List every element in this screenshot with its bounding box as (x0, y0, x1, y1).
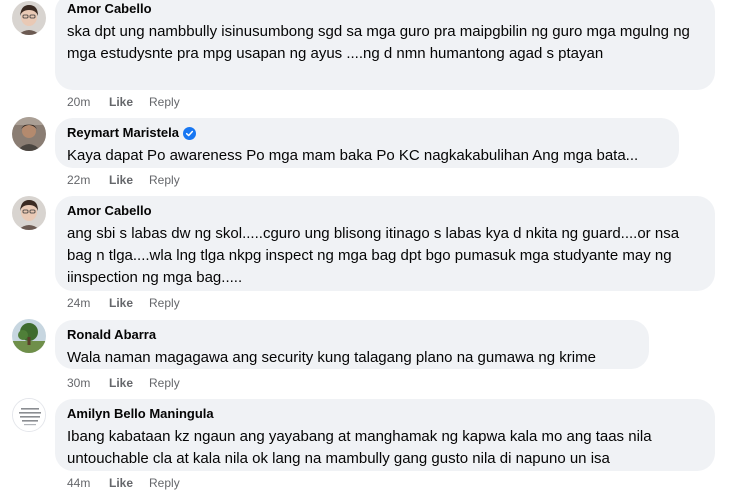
author-name: Ronald Abarra (67, 327, 157, 342)
comment-text: ska dpt ung nambbully isinusumbong sgd s… (67, 23, 690, 62)
reply-button[interactable]: Reply (149, 476, 180, 490)
comment-actions: 44m Like Reply (67, 476, 196, 490)
comment-bubble: Amor Cabello ang sbi s labas dw ng skol.… (55, 196, 715, 291)
comment-bubble: Ronald Abarra Wala naman magagawa ang se… (55, 320, 649, 369)
comment-time[interactable]: 30m (67, 376, 109, 390)
verified-badge-icon (183, 126, 196, 140)
comment-actions: 22m Like Reply (67, 173, 196, 187)
comment-author[interactable]: Amor Cabello (67, 1, 152, 17)
like-button[interactable]: Like (109, 296, 133, 310)
comment-author[interactable]: Amilyn Bello Maningula (67, 406, 214, 422)
like-button[interactable]: Like (109, 173, 133, 187)
comment-actions: 20m Like Reply (67, 95, 196, 109)
comment-author[interactable]: Amor Cabello (67, 203, 152, 219)
comment-time[interactable]: 22m (67, 173, 109, 187)
comment-bubble: Amilyn Bello Maningula Ibang kabataan kz… (55, 399, 715, 471)
like-button[interactable]: Like (109, 376, 133, 390)
reply-button[interactable]: Reply (149, 173, 180, 187)
comment-time[interactable]: 20m (67, 95, 109, 109)
comment-text: ang sbi s labas dw ng skol.....cguro ung… (67, 225, 680, 286)
comment-text: Ibang kabataan kz ngaun ang yayabang at … (67, 428, 652, 467)
avatar[interactable] (12, 319, 46, 353)
comment-text: Wala naman magagawa ang security kung ta… (67, 349, 596, 366)
comment-author[interactable]: Ronald Abarra (67, 327, 156, 343)
avatar[interactable] (12, 117, 46, 151)
avatar[interactable] (12, 398, 46, 432)
comment-bubble: Reymart Maristela Kaya dapat Po awarenes… (55, 118, 679, 168)
reply-button[interactable]: Reply (149, 296, 180, 310)
comment-bubble: Amor Cabello ska dpt ung nambbully isinu… (55, 0, 715, 90)
like-button[interactable]: Like (109, 95, 133, 109)
like-button[interactable]: Like (109, 476, 133, 490)
author-name: Amor Cabello (67, 203, 152, 218)
author-name: Amor Cabello (67, 1, 152, 16)
avatar[interactable] (12, 1, 46, 35)
author-name: Amilyn Bello Maningula (67, 406, 214, 421)
reply-button[interactable]: Reply (149, 95, 180, 109)
avatar[interactable] (12, 196, 46, 230)
comment-text: Kaya dapat Po awareness Po mga mam baka … (67, 147, 639, 164)
author-name: Reymart Maristela (67, 125, 179, 140)
reply-button[interactable]: Reply (149, 376, 180, 390)
comment-actions: 30m Like Reply (67, 376, 196, 390)
comment-time[interactable]: 44m (67, 476, 109, 490)
comment-actions: 24m Like Reply (67, 296, 196, 310)
comment-author[interactable]: Reymart Maristela (67, 125, 196, 141)
comment-time[interactable]: 24m (67, 296, 109, 310)
